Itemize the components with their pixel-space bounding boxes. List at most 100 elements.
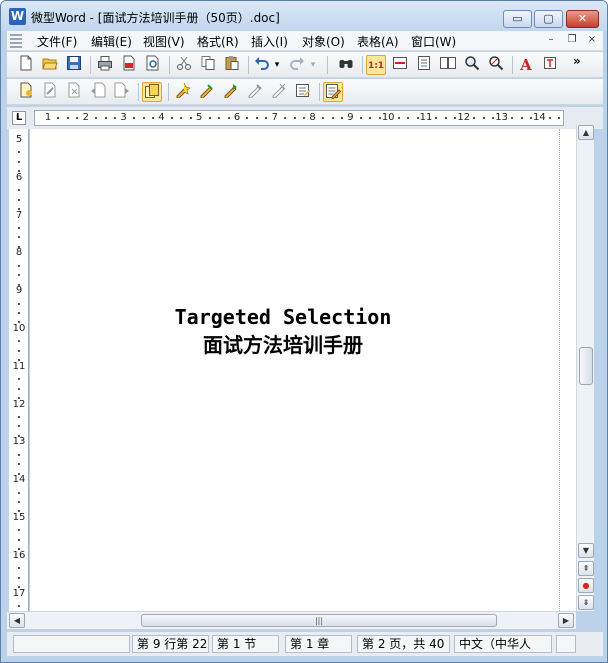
print-preview-icon[interactable] (143, 55, 163, 75)
ruler-tick (293, 117, 296, 119)
scroll-up-button[interactable]: ▲ (578, 125, 594, 140)
status-section[interactable]: 第 1 节 (212, 635, 279, 653)
accept-all-icon[interactable] (269, 82, 289, 102)
paste-icon[interactable] (222, 55, 242, 75)
vertical-ruler-tick (18, 538, 20, 541)
cut-icon[interactable] (174, 55, 194, 75)
next-change-icon[interactable] (221, 82, 241, 102)
toolbar-overflow-icon[interactable]: » (573, 54, 581, 68)
ruler-tick (303, 117, 306, 119)
ruler-number: 2 (82, 112, 89, 123)
doc-restore-button[interactable]: ❐ (565, 34, 579, 47)
status-extra-cell (556, 635, 576, 653)
doc-close-button[interactable]: × (585, 34, 599, 47)
two-pages-icon[interactable] (438, 55, 458, 75)
menu-object[interactable]: 对象(O) (302, 33, 345, 50)
undo-icon[interactable] (252, 55, 272, 75)
ruler-number: 12 (457, 112, 471, 123)
document-title-english[interactable]: Targeted Selection (30, 305, 536, 329)
vertical-ruler[interactable]: 5 6 7 8 9 10 11 12 13 14 15 16 17 (9, 129, 29, 611)
actual-size-icon[interactable]: 1:1 (366, 55, 386, 75)
maximize-button[interactable]: ▢ (534, 10, 563, 28)
vertical-ruler-tick (18, 453, 20, 456)
ruler-tick (322, 117, 325, 119)
redo-dropdown-icon[interactable]: ▾ (307, 55, 319, 75)
scroll-down-button[interactable]: ▼ (578, 543, 594, 558)
edit-comment-icon[interactable] (40, 82, 60, 102)
delete-comment-icon[interactable] (64, 82, 84, 102)
scroll-right-button[interactable]: ▶ (558, 613, 574, 628)
document-title-chinese[interactable]: 面试方法培训手册 (30, 329, 536, 358)
text-box-icon[interactable] (540, 55, 560, 75)
ruler-tick (340, 117, 343, 119)
redo-icon[interactable] (287, 55, 307, 75)
new-document-icon[interactable] (16, 55, 36, 75)
pdf-icon[interactable] (119, 55, 139, 75)
minimize-button[interactable]: ▭ (503, 10, 532, 28)
review-pane-icon[interactable] (293, 82, 313, 102)
next-page-button[interactable]: ⇟ (578, 595, 594, 610)
document-page[interactable]: Targeted Selection 面试方法培训手册 (30, 129, 576, 611)
menu-table[interactable]: 表格(A) (357, 33, 399, 50)
horizontal-scroll-thumb[interactable]: ||| (141, 614, 497, 627)
select-browse-object-button[interactable]: ● (578, 578, 594, 593)
ruler-tick (407, 117, 410, 119)
vertical-scroll-thumb[interactable] (579, 347, 593, 385)
menu-file[interactable]: 文件(F) (37, 33, 77, 50)
vertical-ruler-number: 13 (12, 436, 26, 448)
status-line-column[interactable]: 第 9 行第 22 (132, 635, 209, 653)
vertical-scrollbar[interactable]: ▲ ▼ ⇞ ● ⇟ (576, 125, 594, 611)
print-icon[interactable] (95, 55, 115, 75)
close-button[interactable]: ✕ (566, 10, 599, 28)
ruler-tick (416, 117, 419, 119)
insert-comment-icon[interactable] (16, 82, 36, 102)
vertical-ruler-tick (18, 151, 20, 154)
ruler-tick (548, 117, 551, 119)
status-page[interactable]: 第 2 页，共 40 (357, 635, 450, 653)
prev-change-icon[interactable] (245, 82, 265, 102)
menu-view[interactable]: 视图(V) (143, 33, 185, 50)
word-app-icon[interactable]: W (9, 8, 26, 25)
prev-comment-icon[interactable] (88, 82, 108, 102)
page-width-icon[interactable] (390, 55, 410, 75)
ruler-tick (397, 117, 400, 119)
prev-page-button[interactable]: ⇞ (578, 561, 594, 576)
find-icon[interactable] (336, 55, 356, 75)
menu-insert[interactable]: 插入(I) (251, 33, 288, 50)
show-markup-icon[interactable] (142, 82, 162, 102)
menu-edit[interactable]: 编辑(E) (91, 33, 132, 50)
word-window: W 微型Word - [面试方法培训手册（50页）.doc] ▭ ▢ ✕ 文件(… (0, 0, 608, 663)
vertical-ruler-tick (18, 500, 20, 503)
undo-dropdown-icon[interactable]: ▾ (271, 55, 283, 75)
full-page-icon[interactable] (414, 55, 434, 75)
scroll-left-button[interactable]: ◀ (9, 613, 25, 628)
font-color-icon[interactable]: A (516, 55, 536, 75)
ruler-number: 13 (495, 112, 508, 123)
menu-grip-icon[interactable] (10, 34, 22, 48)
status-chapter[interactable]: 第 1 章 (285, 635, 352, 653)
menu-window[interactable]: 窗口(W) (411, 33, 456, 50)
reject-change-icon[interactable] (197, 82, 217, 102)
next-comment-icon[interactable] (112, 82, 132, 102)
vertical-ruler-tick (18, 378, 20, 381)
zoom-percent-icon[interactable] (486, 55, 506, 75)
copy-icon[interactable] (198, 55, 218, 75)
doc-minimize-button[interactable]: – (544, 34, 558, 47)
save-icon[interactable] (64, 55, 84, 75)
ruler-tick (104, 117, 107, 119)
track-changes-icon[interactable] (323, 82, 343, 102)
horizontal-ruler[interactable]: 1 2 3 4 5 6 7 8 9 10 11 12 13 14 (34, 110, 564, 126)
vertical-ruler-number: 9 (15, 285, 23, 297)
zoom-icon[interactable] (462, 55, 482, 75)
ruler-number: 10 (381, 112, 395, 123)
accept-change-icon[interactable] (173, 82, 193, 102)
open-folder-icon[interactable] (40, 55, 60, 75)
menu-format[interactable]: 格式(R) (197, 33, 239, 50)
ruler-tick (180, 117, 183, 119)
ruler-number: 3 (120, 112, 127, 123)
horizontal-scrollbar[interactable]: ◀ ||| ▶ (7, 611, 576, 629)
status-language[interactable]: 中文（中华人 (454, 635, 552, 653)
tab-stop-selector[interactable]: L (12, 111, 26, 125)
ruler-number: 1 (44, 112, 52, 123)
vertical-ruler-tick (18, 340, 20, 343)
